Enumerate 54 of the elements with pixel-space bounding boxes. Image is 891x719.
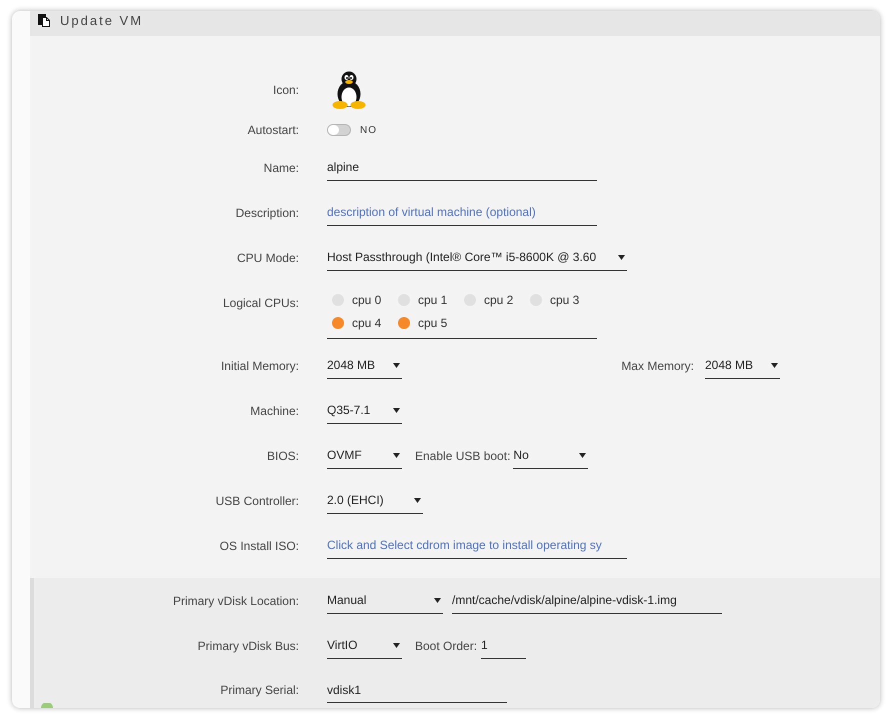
serial-field[interactable]: vdisk1 <box>327 677 507 703</box>
field-label: Machine: <box>250 402 299 420</box>
checkbox-label: cpu 4 <box>352 314 382 332</box>
field-label: OS Install ISO: <box>220 538 299 554</box>
machine-dropdown[interactable]: Q35-7.1 <box>327 398 402 424</box>
usb-boot-dropdown[interactable]: No <box>513 442 588 468</box>
toggle-state-text: NO <box>360 124 377 138</box>
copy-icon <box>38 14 50 27</box>
iso-path-field[interactable]: Click and Select cdrom image to install operating sy <box>327 532 627 558</box>
description-field[interactable]: description of virtual machine (optional) <box>327 200 597 226</box>
caret-icon <box>393 452 400 458</box>
field-label: Icon: <box>272 82 299 99</box>
checkbox-label: cpu 2 <box>484 292 514 308</box>
caret-icon <box>618 254 625 260</box>
checkbox[interactable] <box>398 316 410 328</box>
checkbox-label: cpu 5 <box>418 314 448 332</box>
checkbox-label: cpu 0 <box>352 292 382 308</box>
caret-icon <box>579 452 586 458</box>
field-label: BIOS: <box>266 448 299 464</box>
caret-icon <box>393 642 400 648</box>
checkbox[interactable] <box>332 316 344 328</box>
caret-icon <box>393 362 400 368</box>
field-label: Description: <box>236 204 299 222</box>
name-field[interactable]: alpine <box>327 154 597 180</box>
field-label: Name: <box>264 160 299 176</box>
field-label: Primary vDisk Location: <box>172 592 299 610</box>
field-label: Primary Serial: <box>220 682 299 699</box>
field-label: Primary vDisk Bus: <box>198 638 299 654</box>
boot-order-field[interactable]: 1 <box>481 632 526 658</box>
caret-icon <box>434 598 441 602</box>
caret-icon <box>771 362 778 368</box>
field-label: Max Memory: <box>621 358 694 374</box>
checkbox-label: cpu 1 <box>418 292 448 308</box>
usb-controller-dropdown[interactable]: 2.0 (EHCI) <box>327 488 423 514</box>
field-label: Autostart: <box>248 122 299 139</box>
checkbox-label: cpu 3 <box>550 292 580 308</box>
autostart-toggle[interactable] <box>327 124 351 136</box>
vdisk-bus-dropdown[interactable]: VirtIO <box>327 632 402 658</box>
field-label: USB Controller: <box>216 492 299 510</box>
initial-memory-dropdown[interactable]: 2048 MB <box>327 352 402 378</box>
vdisk-location-dropdown[interactable]: Manual <box>327 588 443 614</box>
field-label: Logical CPUs: <box>222 294 299 312</box>
field-label: Enable USB boot: <box>415 448 510 464</box>
field-label: CPU Mode: <box>236 250 299 266</box>
max-memory-dropdown[interactable]: 2048 MB <box>705 352 780 378</box>
vdisk-path-field[interactable]: /mnt/cache/vdisk/alpine/alpine-vdisk-1.img <box>452 588 722 614</box>
field-label: Boot Order: <box>415 638 478 654</box>
caret-icon <box>393 408 400 412</box>
bios-dropdown[interactable]: OVMF <box>327 442 402 468</box>
cpu-mode-dropdown[interactable]: Host Passthrough (Intel® Core™ i5-8600K @ 3.60 <box>327 244 627 270</box>
penguin-icon <box>332 70 366 110</box>
field-label: Initial Memory: <box>220 358 299 374</box>
caret-icon <box>414 498 421 502</box>
page-title: Update VM <box>60 12 144 30</box>
